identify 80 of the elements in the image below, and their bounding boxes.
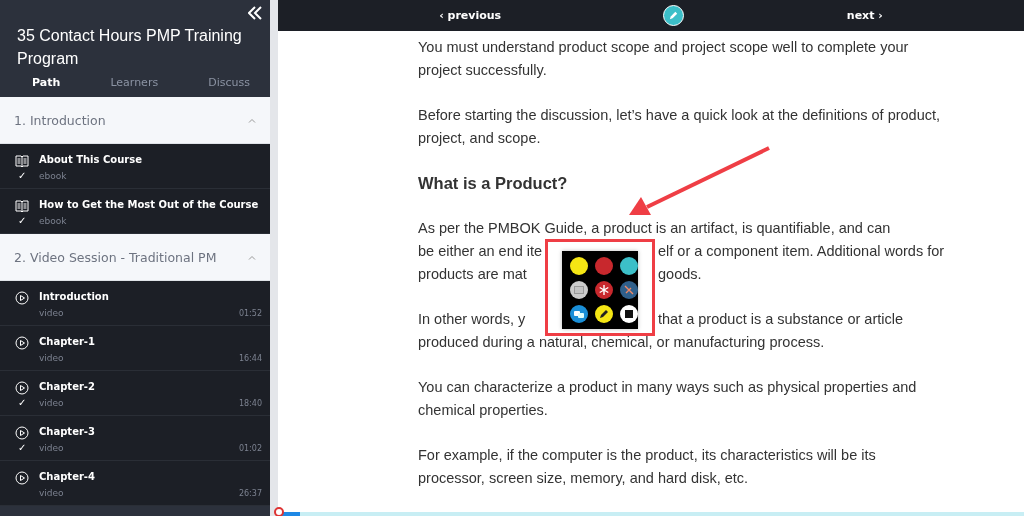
paragraph: For example, if the computer is the product, its characteristics will be its processor, screen size, memory, and hard disk, etc. [418,446,877,488]
course-title: 35 Contact Hours PMP Training Program [16,26,243,69]
pencil-button[interactable] [595,305,613,323]
lesson-type: video [39,488,65,498]
lesson-type: video [39,398,65,408]
check-mark: ✓ [17,397,28,408]
lesson-type: video [39,353,65,363]
collapse-button[interactable] [246,6,264,20]
lesson-duration: 16:44 [238,354,262,363]
paragraph: You must understand product scope and project scope well to complete your project successfully. [418,38,910,80]
asterisk-button[interactable] [595,281,613,299]
square-icon [623,308,635,320]
play-icon [15,381,29,395]
pencil-icon [668,10,680,21]
lesson-duration: 01:52 [238,309,262,318]
text-line: goods. [658,265,703,284]
double-chevron-icon [248,6,262,20]
lesson-title: About This Course [39,154,143,167]
paragraph: Before starting the discussion, let’s have a quick look at the definitions of product, project, and scope. [418,106,942,148]
section-header[interactable]: 1. Introduction [0,97,270,144]
book-icon [15,154,29,168]
lesson-title: Chapter-4 [39,471,96,484]
notes-button[interactable] [570,281,588,299]
lesson-duration: 01:02 [238,444,262,453]
play-icon [15,336,29,350]
check-mark: ✓ [17,442,28,453]
asterisk-icon [598,284,610,296]
sidebar-tab[interactable]: Discuss [208,76,250,97]
text-line: produced during a natural, chemical, or manufacturing process. [418,333,826,352]
section-heading: What is a Product? [418,173,569,194]
chevron-icon [248,254,256,260]
pencil-icon [598,308,610,320]
lesson-type: ebook [39,216,68,226]
color-swatch[interactable] [570,257,588,275]
play-icon [15,426,29,440]
play-icon [15,471,29,485]
text-line: products are mat [418,265,528,284]
sidebar-tab[interactable]: Path [32,76,61,97]
text-line: be either an end ite [418,242,542,261]
edit-button[interactable] [663,5,685,26]
paragraph: You can characterize a product in many ways such as physical properties and chemical properties. [418,378,918,420]
lesson-title: Introduction [39,291,110,304]
lesson-item[interactable]: Introduction video 01:52 [0,281,270,326]
lesson-type: video [39,443,65,453]
lesson-item[interactable]: Chapter-2 ✓ video 18:40 [0,371,270,416]
lesson-item[interactable]: Chapter-4 video 26:37 [0,461,270,506]
text-line: that a product is a substance or article [658,310,905,329]
pin-off-button[interactable] [620,281,638,299]
chat-icon [573,308,585,320]
text-line: elf or a component item. Additional words for [658,242,946,261]
chevron-icon [248,117,256,123]
play-icon [15,291,29,305]
progress-handle[interactable] [274,507,284,516]
previous-link[interactable]: ‹ previous [439,9,502,22]
lesson-title: How to Get the Most Out of the Course [39,199,260,212]
lesson-title: Chapter-1 [39,336,96,349]
lesson-duration: 18:40 [238,399,262,408]
check-mark: ✓ [17,170,28,181]
lesson-type: ebook [39,171,68,181]
lesson-item[interactable]: How to Get the Most Out of the Course ✓ ebook [0,189,270,234]
chat-button[interactable] [570,305,588,323]
book-icon [15,199,29,213]
lesson-type: video [39,308,65,318]
lesson-item[interactable]: About This Course ✓ ebook [0,144,270,189]
check-mark: ✓ [17,215,28,226]
lesson-item[interactable]: Chapter-1 video 16:44 [0,326,270,371]
lesson-item[interactable]: Chapter-3 ✓ video 01:02 [0,416,270,461]
square-button[interactable] [620,305,638,323]
text-line: As per the PMBOK Guide, a product is an artifact, is quantifiable, and can [418,219,892,238]
lesson-duration: 26:37 [238,489,262,498]
sidebar-tab[interactable]: Learners [110,76,159,97]
section-header[interactable]: 2. Video Session - Traditional PM [0,234,270,281]
text-line: In other words, y [418,310,527,329]
lesson-title: Chapter-2 [39,381,96,394]
pin-off-icon [623,284,635,296]
color-swatch[interactable] [620,257,638,275]
lines-icon [573,284,585,296]
lesson-title: Chapter-3 [39,426,96,439]
color-swatch[interactable] [595,257,613,275]
next-link[interactable]: next › [846,9,883,22]
